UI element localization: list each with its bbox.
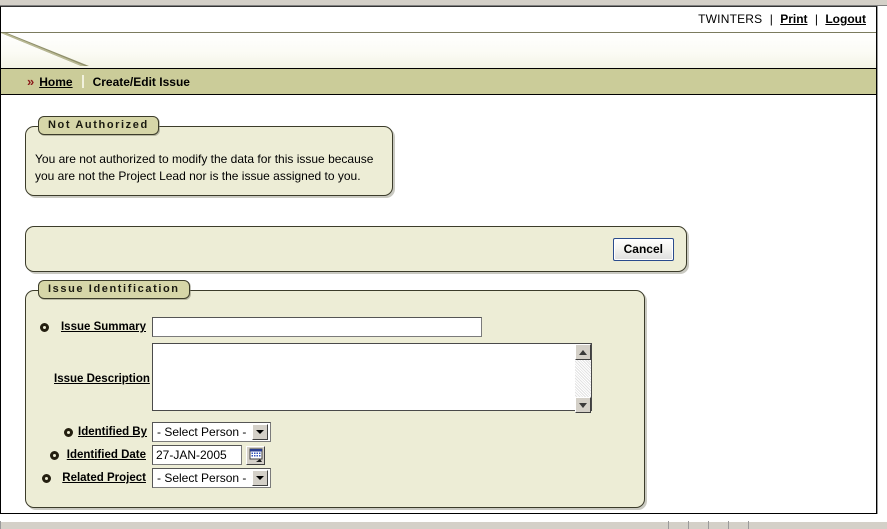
calendar-glyph [249, 448, 262, 462]
not-authorized-message: You are not authorized to modify the dat… [35, 152, 374, 183]
chevron-down-icon[interactable] [252, 424, 269, 440]
identified-by-select[interactable]: - Select Person - [152, 422, 272, 442]
label-issue-summary: Issue Summary [60, 321, 146, 333]
required-ring-icon [42, 473, 51, 483]
scroll-up-arrow-icon[interactable] [575, 344, 591, 360]
action-bar-panel: Cancel [25, 226, 687, 272]
issue-summary-input[interactable] [152, 317, 482, 337]
issue-identification-legend: Issue Identification [38, 280, 190, 299]
status-bar-separator [668, 521, 669, 529]
identified-by-value: - Select Person - [157, 425, 247, 439]
header-separator-2: | [814, 12, 818, 26]
breadcrumb-divider [81, 75, 84, 88]
scrollbar-track[interactable] [575, 360, 591, 397]
calendar-icon[interactable] [246, 445, 265, 465]
not-authorized-legend: Not Authorized [38, 116, 159, 135]
bullet-cell-identified-date [26, 450, 64, 460]
status-bar-separator [688, 521, 689, 529]
banner-swoosh-decoration [1, 33, 89, 66]
issue-identification-panel: Issue Identification Issue Summary Issue… [25, 280, 645, 508]
field-row-issue-description: Issue Description [26, 343, 644, 414]
scroll-down-arrow-icon[interactable] [575, 397, 591, 413]
breadcrumb-current-page: Create/Edit Issue [92, 74, 190, 89]
logout-link[interactable]: Logout [825, 12, 866, 26]
bullet-cell-issue-summary [26, 322, 54, 332]
required-ring-icon [50, 450, 59, 460]
chevron-down-icon[interactable] [252, 470, 269, 486]
header-separator-1: | [769, 12, 773, 26]
bullet-cell-identified-by [26, 427, 78, 437]
page-header: TWINTERS | Print | Logout [1, 7, 876, 33]
field-row-issue-summary: Issue Summary [26, 317, 644, 337]
page-content: Not Authorized You are not authorized to… [1, 96, 876, 513]
page-viewport: TWINTERS | Print | Logout » Home Create/… [0, 6, 877, 514]
cancel-button[interactable]: Cancel [612, 238, 674, 261]
print-link[interactable]: Print [780, 12, 807, 26]
issue-description-scrollbar[interactable] [575, 344, 591, 413]
issue-identification-form: Issue Summary Issue Description Identifi… [26, 317, 644, 491]
related-project-select[interactable]: - Select Person - [152, 468, 272, 488]
status-bar-separator [708, 521, 709, 529]
related-project-value: - Select Person - [157, 471, 247, 485]
right-gutter [877, 6, 887, 514]
status-bar [0, 514, 887, 529]
issue-description-wrapper [152, 343, 592, 414]
required-ring-icon [64, 427, 73, 437]
status-bar-separator [728, 521, 729, 529]
not-authorized-panel: Not Authorized You are not authorized to… [25, 116, 393, 196]
field-row-identified-date: Identified Date [26, 445, 644, 465]
label-related-project: Related Project [62, 472, 146, 484]
label-issue-description: Issue Description [54, 372, 150, 385]
identified-date-input[interactable] [152, 445, 242, 465]
field-row-identified-by: Identified By - Select Person - [26, 422, 644, 442]
status-bar-separator [0, 521, 1, 529]
required-ring-icon [40, 322, 49, 332]
double-chevron-right-icon: » [27, 74, 34, 89]
issue-description-textarea[interactable] [152, 343, 592, 411]
breadcrumb: » Home Create/Edit Issue [1, 68, 876, 95]
breadcrumb-home-link[interactable]: Home [39, 75, 72, 89]
user-bar: TWINTERS | Print | Logout [698, 12, 866, 26]
label-identified-by: Identified By [78, 426, 148, 438]
status-bar-separator [748, 521, 749, 529]
label-identified-date: Identified Date [66, 449, 146, 461]
username-label: TWINTERS [698, 12, 763, 26]
status-bar-track [0, 521, 887, 529]
browser-window: TWINTERS | Print | Logout » Home Create/… [0, 0, 887, 529]
field-row-related-project: Related Project - Select Person - [26, 468, 644, 488]
banner-area [1, 33, 876, 68]
bullet-cell-related-project [26, 473, 56, 483]
